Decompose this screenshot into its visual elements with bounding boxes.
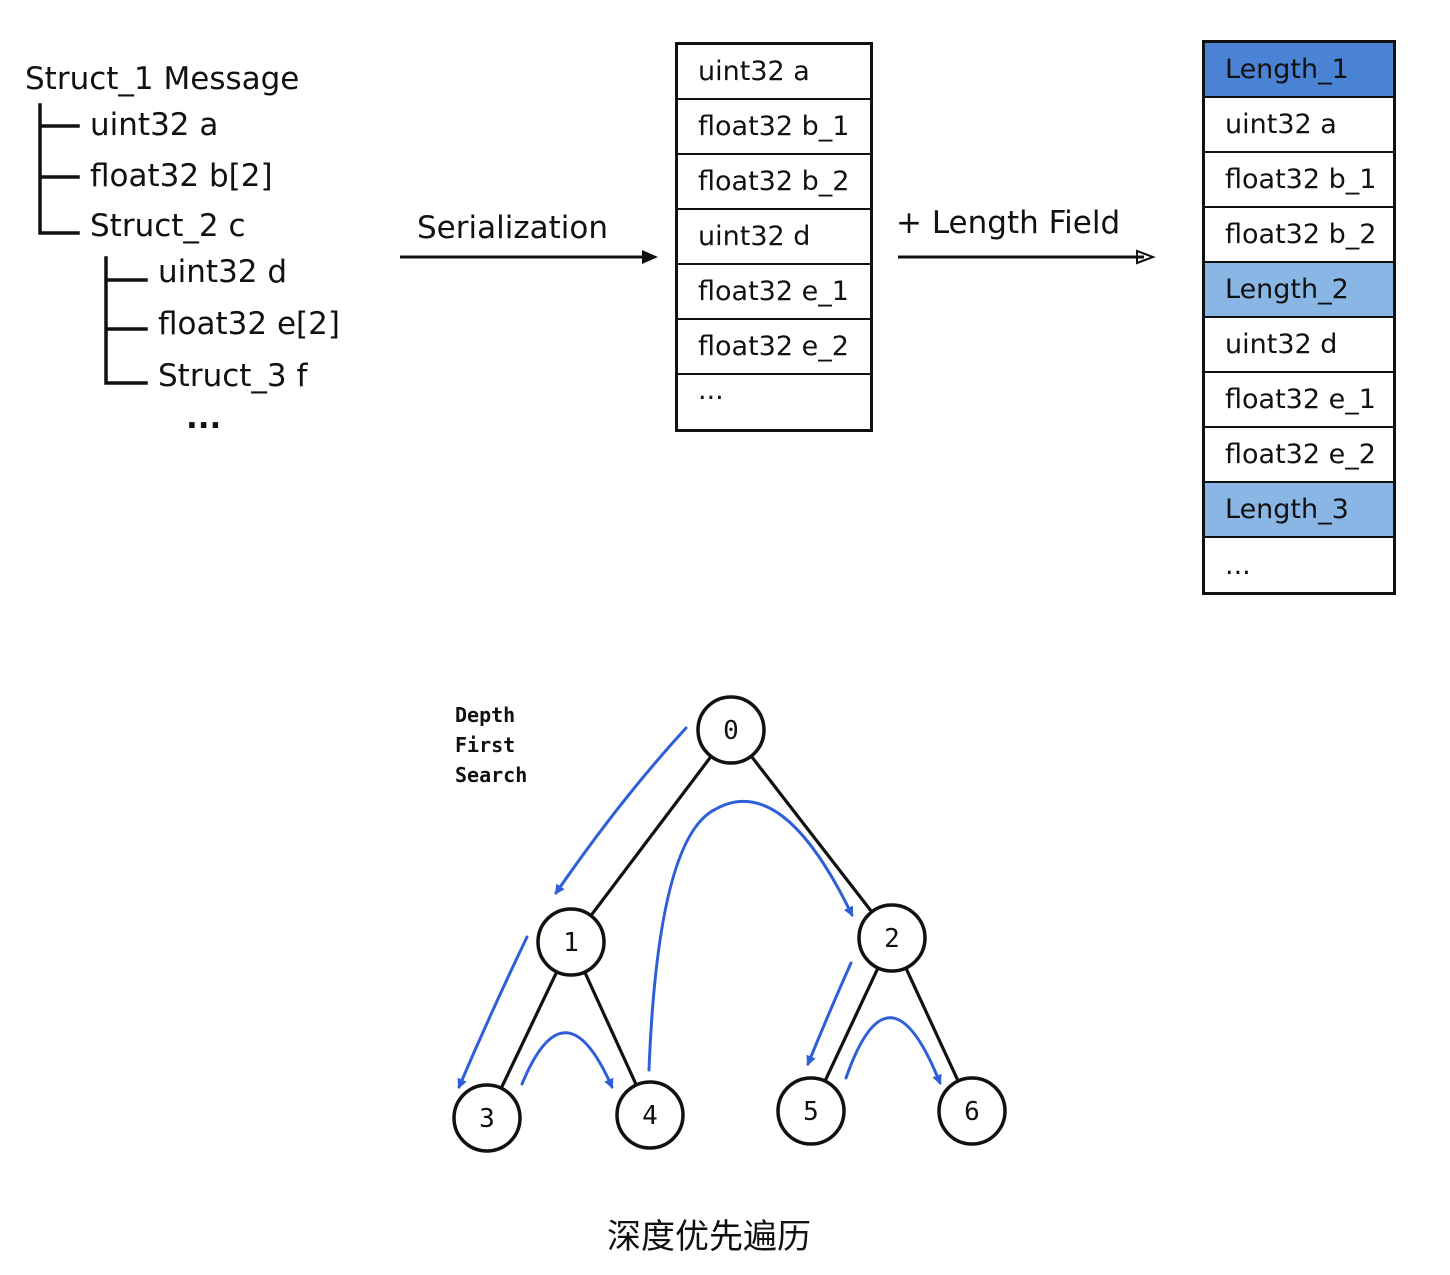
tree-node-3: 3 — [452, 1083, 522, 1153]
tree-edge-0-1 — [589, 755, 713, 917]
tree-node-label: 0 — [723, 716, 739, 746]
dfs-caption: 深度优先遍历 — [607, 1217, 811, 1257]
tree-node-2: 2 — [857, 903, 927, 973]
tree-node-5: 5 — [776, 1076, 846, 1146]
tree-node-0: 0 — [696, 695, 766, 765]
tree-edge-0-2 — [749, 755, 874, 913]
tree-node-label: 2 — [884, 924, 900, 954]
tree-node-label: 3 — [479, 1104, 495, 1134]
tree-node-label: 5 — [803, 1097, 819, 1127]
traversal-arrow-1-to-3 — [457, 935, 529, 1089]
tree-node-label: 6 — [964, 1097, 980, 1127]
dfs-tree: 0 1 2 3 4 5 6 — [452, 695, 1007, 1153]
tree-node-label: 4 — [642, 1101, 658, 1131]
tree-node-4: 4 — [615, 1080, 685, 1150]
tree-node-6: 6 — [937, 1076, 1007, 1146]
tree-node-1: 1 — [536, 907, 606, 977]
traversal-arrow-5-to-6 — [844, 1016, 942, 1085]
traversal-arrow-0-to-1 — [554, 726, 688, 895]
traversal-arrow-3-to-4 — [520, 1031, 614, 1089]
tree-edge-1-4 — [583, 971, 638, 1086]
traversal-arrow-2-to-5 — [806, 961, 853, 1066]
tree-node-label: 1 — [563, 928, 579, 958]
